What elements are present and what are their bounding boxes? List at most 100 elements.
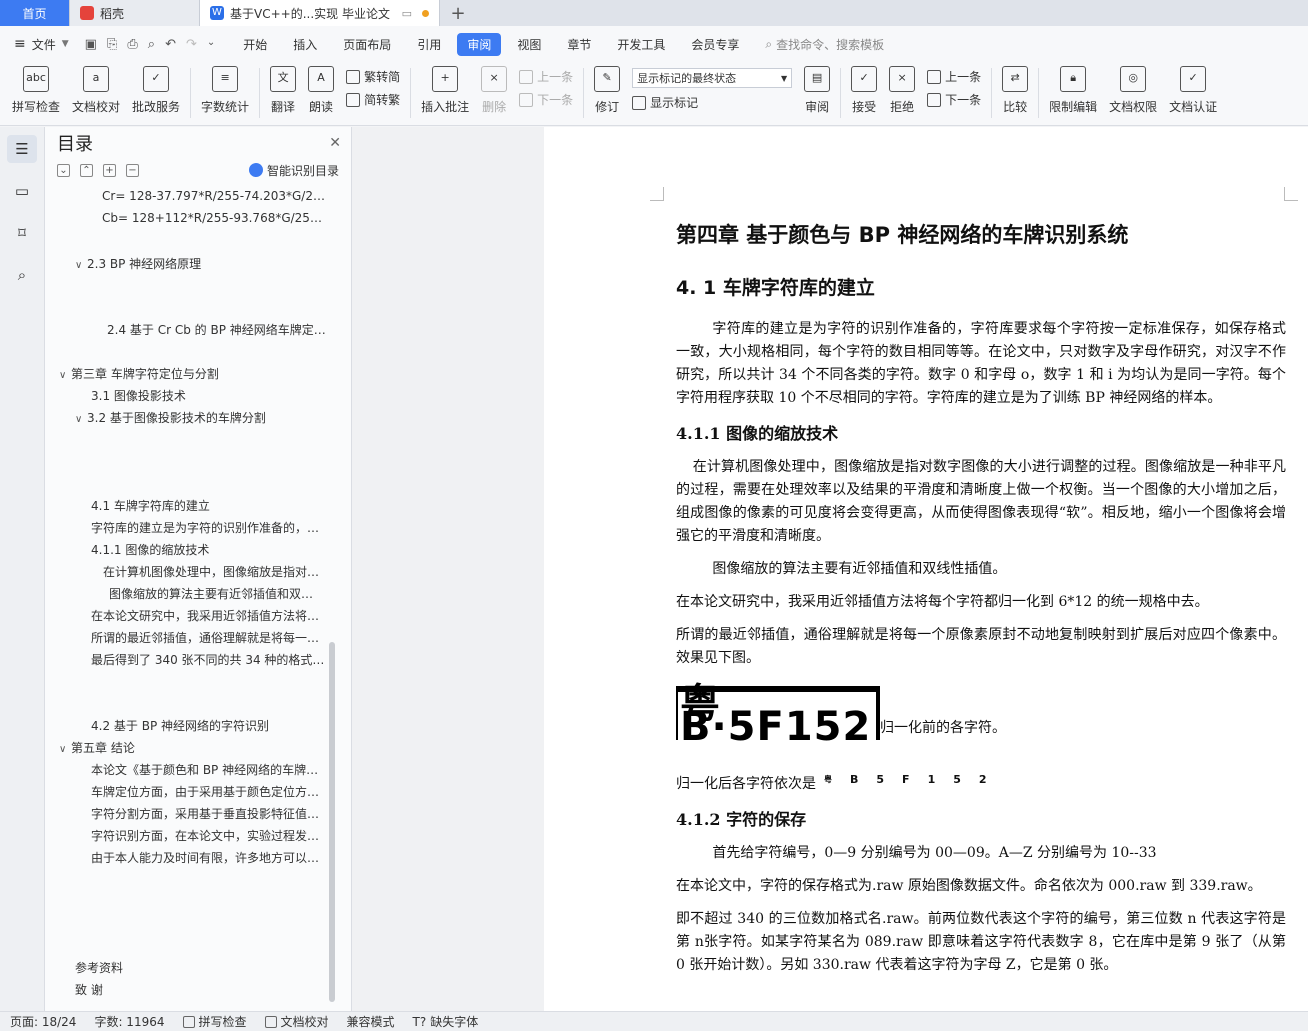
toc-item[interactable]: 车牌定位方面，由于采用基于颜色定位方…: [91, 783, 327, 800]
spell-check-button[interactable]: abc 拼写检查: [6, 62, 66, 124]
toc-item[interactable]: 图像缩放的算法主要有近邻插值和双…: [109, 585, 327, 602]
status-doc-proof[interactable]: 文档校对: [264, 1013, 329, 1030]
delete-comment-button[interactable]: × 删除: [475, 62, 513, 124]
tab-home[interactable]: 首页: [0, 0, 70, 26]
toc-item[interactable]: 4.1.1 图像的缩放技术: [91, 541, 327, 558]
restrict-editing-button[interactable]: 🔒︎ 限制编辑: [1043, 62, 1103, 124]
toc-header: 目录 ✕: [45, 127, 351, 159]
toc-item[interactable]: ∨ 2.3 BP 神经网络原理: [75, 255, 327, 272]
file-menu-button[interactable]: ≡ 文件 ▼: [14, 36, 69, 53]
toc-item[interactable]: 致 谢: [75, 981, 327, 998]
word-count-indicator[interactable]: 字数: 11964: [94, 1013, 164, 1030]
toc-item[interactable]: 字符识别方面，在本论文中，实验过程发…: [91, 827, 327, 844]
toc-item[interactable]: 3.1 图像投影技术: [91, 387, 327, 404]
reject-button[interactable]: × 拒绝: [883, 62, 921, 124]
toc-rail-button[interactable]: ☰: [7, 135, 37, 163]
document-page[interactable]: 第四章 基于颜色与 BP 神经网络的车牌识别系统 4. 1 车牌字符库的建立 字…: [544, 127, 1308, 1011]
chevron-down-icon[interactable]: ∨: [59, 744, 71, 755]
menu-developer[interactable]: 开发工具: [607, 33, 675, 56]
document-canvas[interactable]: 第四章 基于颜色与 BP 神经网络的车牌识别系统 4. 1 车牌字符库的建立 字…: [352, 127, 1308, 1011]
track-changes-button[interactable]: ✎ 修订: [588, 62, 626, 124]
translate-button[interactable]: 文翻译: [264, 62, 302, 124]
menu-member[interactable]: 会员专享: [681, 33, 749, 56]
chevron-down-icon[interactable]: ∨: [75, 414, 87, 425]
toc-item[interactable]: 所谓的最近邻插值，通俗理解就是将每一…: [91, 629, 327, 646]
accept-button[interactable]: ✓ 接受: [845, 62, 883, 124]
toc-item[interactable]: 在计算机图像处理中，图像缩放是指对…: [103, 563, 327, 580]
tab-daoke[interactable]: 稻壳: [70, 0, 200, 26]
trad-to-simp-button[interactable]: 繁转简: [346, 68, 400, 85]
toc-item[interactable]: ∨ 第五章 结论: [59, 739, 327, 756]
insert-comment-label: 插入批注: [421, 100, 470, 114]
doc-proof-button[interactable]: a 文档校对: [66, 62, 126, 124]
prev-change-button[interactable]: 上一条: [927, 68, 981, 85]
prev-comment-button[interactable]: 上一条: [519, 68, 573, 85]
show-markup-icon: [632, 95, 647, 110]
chevron-down-icon[interactable]: ∨: [75, 260, 87, 271]
redo-icon[interactable]: ↷: [186, 37, 197, 52]
status-spell-check[interactable]: 拼写检查: [182, 1013, 247, 1030]
page-indicator[interactable]: 页面: 18/24: [10, 1013, 76, 1030]
new-tab-button[interactable]: +: [440, 0, 476, 26]
toc-item[interactable]: 字符分割方面，采用基于垂直投影特征值…: [91, 805, 327, 822]
doc-proof-label: 文档校对: [72, 100, 121, 114]
markup-state-select[interactable]: 显示标记的最终状态 ▼: [632, 68, 793, 88]
doc-certify-button[interactable]: ✓ 文档认证: [1163, 62, 1223, 124]
menu-view[interactable]: 视图: [507, 33, 551, 56]
remove-heading-icon[interactable]: −: [126, 163, 139, 177]
customize-icon[interactable]: ⌄: [207, 37, 215, 52]
insert-comment-button[interactable]: + 插入批注: [415, 62, 475, 124]
read-aloud-button[interactable]: A 朗读: [302, 62, 340, 124]
review-pane-button[interactable]: ▤ 审阅: [798, 62, 836, 124]
menu-section[interactable]: 章节: [557, 33, 601, 56]
collapse-icon[interactable]: ⌃: [80, 163, 93, 177]
toc-item[interactable]: 参考资料: [75, 959, 327, 976]
expand-icon[interactable]: ⌄: [57, 163, 70, 177]
correction-service-button[interactable]: ✓ 批改服务: [126, 62, 186, 124]
toc-item[interactable]: Cb= 128+112*R/255-93.768*G/255-…: [102, 211, 327, 225]
next-comment-button[interactable]: 下一条: [519, 91, 573, 108]
print-preview-icon[interactable]: ⌕: [148, 37, 155, 52]
missing-font-button[interactable]: T? 缺失字体: [413, 1013, 479, 1030]
toc-scrollbar[interactable]: [329, 642, 335, 1002]
toc-item[interactable]: 2.4 基于 Cr Cb 的 BP 神经网络车牌定…: [107, 321, 327, 338]
export-icon[interactable]: ⎘: [107, 37, 117, 52]
menu-insert[interactable]: 插入: [283, 33, 327, 56]
word-count-button[interactable]: ≡ 字数统计: [195, 62, 255, 124]
close-icon[interactable]: ✕: [329, 135, 341, 151]
menu-review[interactable]: 审阅: [457, 32, 502, 56]
find-rail-button[interactable]: ⌕: [7, 261, 37, 289]
chevron-down-icon[interactable]: ∨: [59, 370, 71, 381]
toc-item[interactable]: 4.1 车牌字符库的建立: [91, 497, 327, 514]
toc-item[interactable]: 本论文《基于颜色和 BP 神经网络的车牌…: [91, 761, 327, 778]
menu-layout[interactable]: 页面布局: [333, 33, 401, 56]
toc-item[interactable]: 字符库的建立是为字符的识别作准备的，…: [91, 519, 327, 536]
correction-icon: ✓: [143, 66, 170, 92]
toc-item[interactable]: ∨ 第三章 车牌字符定位与分割: [59, 365, 327, 382]
smart-toc-button[interactable]: 智能识别目录: [248, 162, 339, 179]
chapter-rail-button[interactable]: ▭: [7, 177, 37, 205]
word-count-icon: ≡: [212, 66, 239, 92]
undo-icon[interactable]: ↶: [165, 37, 176, 52]
screen-icon[interactable]: ▭: [402, 7, 412, 20]
toc-item[interactable]: 由于本人能力及时间有限，许多地方可以…: [91, 849, 327, 866]
menu-start[interactable]: 开始: [233, 33, 277, 56]
toc-item[interactable]: 在本论文研究中，我采用近邻插值方法将…: [91, 607, 327, 624]
menu-references[interactable]: 引用: [407, 33, 451, 56]
bookmark-rail-button[interactable]: ⌑: [7, 219, 37, 247]
tab-document[interactable]: W 基于VC++的...实现 毕业论文 ▭: [200, 0, 440, 26]
simp-to-trad-button[interactable]: 简转繁: [346, 91, 400, 108]
save-icon[interactable]: ▣: [85, 37, 97, 52]
next-change-button[interactable]: 下一条: [927, 91, 981, 108]
doc-permission-button[interactable]: ◎ 文档权限: [1103, 62, 1163, 124]
add-heading-icon[interactable]: +: [103, 163, 116, 177]
toc-item[interactable]: 最后得到了 340 张不同的共 34 种的格式…: [91, 651, 327, 668]
print-icon[interactable]: ⎙: [127, 37, 137, 52]
toc-item[interactable]: 4.2 基于 BP 神经网络的字符识别: [91, 717, 327, 734]
document-body[interactable]: 第四章 基于颜色与 BP 神经网络的车牌识别系统 4. 1 车牌字符库的建立 字…: [676, 207, 1286, 987]
toc-item[interactable]: Cr= 128-37.797*R/255-74.203*G/25…: [102, 189, 327, 203]
command-search[interactable]: ⌕ 查找命令、搜索模板: [765, 36, 884, 53]
toc-item[interactable]: ∨ 3.2 基于图像投影技术的车牌分割: [75, 409, 327, 426]
show-markup-button[interactable]: 显示标记: [632, 94, 792, 111]
compare-button[interactable]: ⇄ 比较: [996, 62, 1034, 124]
